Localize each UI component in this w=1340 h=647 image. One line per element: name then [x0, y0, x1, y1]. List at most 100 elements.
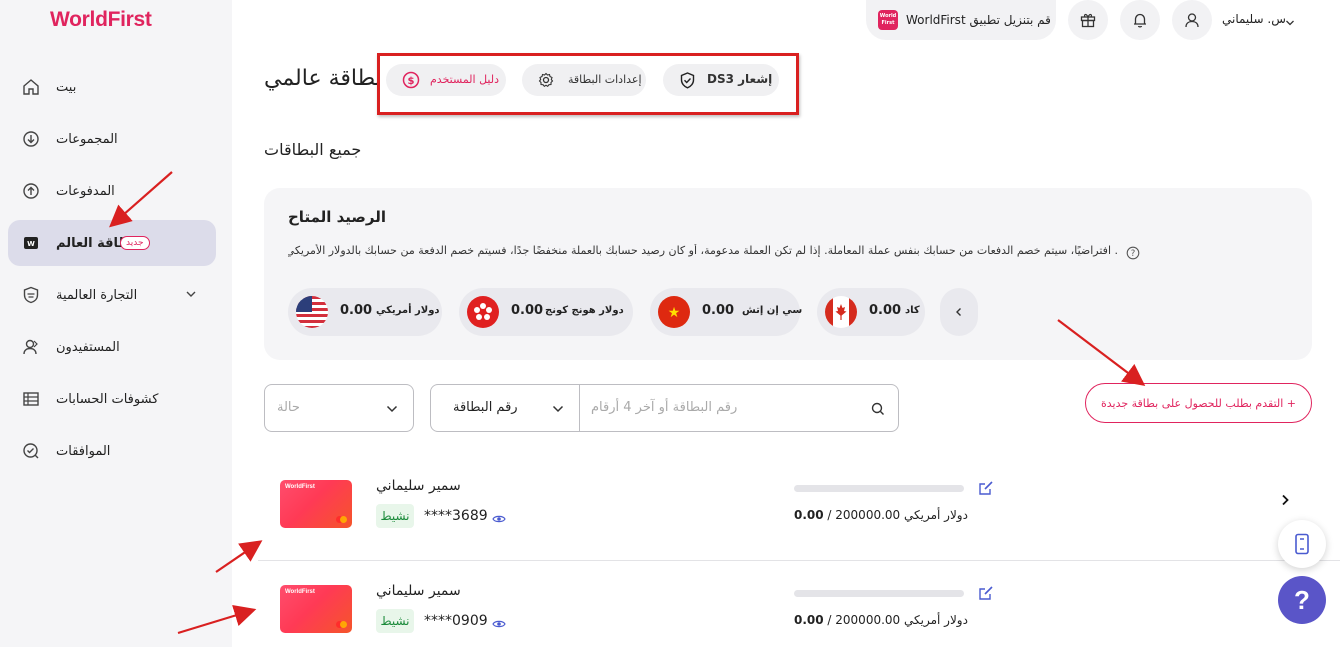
- currency-amount: 0.00: [340, 303, 373, 318]
- world-card-icon: W: [22, 234, 40, 252]
- sidebar-item-collections[interactable]: المجموعات: [8, 116, 216, 162]
- cn-flag-icon: ★: [658, 296, 690, 328]
- collection-icon: [22, 130, 40, 148]
- mastercard-icon: [340, 516, 347, 523]
- limit-text: دولار أمريكي 200000.00 / 0.00: [794, 613, 968, 627]
- card-row[interactable]: WorldFirst سمير سليماني نشيط ****3689 دو…: [264, 456, 1312, 560]
- sidebar-item-beneficiaries[interactable]: المستفيدون: [8, 324, 216, 370]
- mastercard-icon: [340, 621, 347, 628]
- svg-text:?: ?: [1131, 249, 1136, 259]
- svg-text:W: W: [27, 240, 35, 248]
- search-icon[interactable]: [871, 401, 885, 420]
- bell-icon: [1134, 13, 1146, 28]
- currency-cnh[interactable]: ★ 0.00 سي إن إتش: [650, 288, 803, 336]
- currency-scroll-button[interactable]: [940, 288, 978, 336]
- user-icon: [1185, 13, 1199, 28]
- card-brand: WorldFirst: [285, 589, 315, 595]
- hk-flag-icon: [467, 296, 499, 328]
- eye-icon[interactable]: [492, 510, 506, 529]
- currency-amount: 0.00: [869, 303, 902, 318]
- edit-icon[interactable]: [978, 585, 994, 605]
- currency-usd[interactable]: 0.00 دولار أمريكي: [288, 288, 442, 336]
- sidebar-item-label: بيت: [56, 79, 77, 95]
- currency-cad[interactable]: 0.00 كاد: [817, 288, 925, 336]
- limit-text: دولار أمريكي 200000.00 / 0.00: [794, 508, 968, 522]
- limit-spent: 0.00: [794, 508, 824, 522]
- sidebar-item-label: المستفيدون: [56, 339, 120, 355]
- gift-icon: [1080, 13, 1096, 28]
- gift-button[interactable]: [1068, 0, 1108, 40]
- card-holder-name: سمير سليماني: [376, 478, 461, 494]
- masked-card-number: ****3689: [424, 508, 488, 524]
- eye-icon[interactable]: [492, 615, 506, 634]
- notifications-button[interactable]: [1120, 0, 1160, 40]
- sidebar-item-label: المدفوعات: [56, 183, 115, 199]
- help-button[interactable]: ?: [1278, 576, 1326, 624]
- currency-name: دولار أمريكي: [376, 305, 440, 316]
- chevron-down-icon[interactable]: [1284, 14, 1296, 33]
- chevron-down-icon[interactable]: [184, 286, 198, 305]
- status-badge: نشيط: [376, 609, 414, 633]
- currency-name: دولار هونج كونج: [545, 305, 624, 316]
- limit-progress-bar: [794, 485, 964, 492]
- status-badge: نشيط: [376, 504, 414, 528]
- masked-card-number: ****0909: [424, 613, 488, 629]
- divider: [579, 385, 580, 431]
- worldfirst-app-icon: World First: [878, 10, 898, 30]
- worldfirst-logo[interactable]: WorldFirst: [50, 8, 152, 32]
- phone-card-icon: [1295, 533, 1309, 555]
- shield-globe-icon: [22, 286, 40, 304]
- balance-title: الرصيد المتاح: [288, 208, 387, 226]
- card-row[interactable]: WorldFirst سمير سليماني نشيط ****0909 دو…: [264, 561, 1312, 647]
- statement-icon: [22, 390, 40, 408]
- card-thumbnail: WorldFirst: [280, 480, 352, 528]
- edit-icon[interactable]: [978, 480, 994, 500]
- home-icon: [22, 78, 40, 96]
- annotation-highlight-box: [377, 53, 799, 115]
- payment-icon: [22, 182, 40, 200]
- chevron-down-icon: [385, 401, 399, 420]
- user-name[interactable]: س. سليماني: [1222, 12, 1286, 26]
- card-brand: WorldFirst: [285, 484, 315, 490]
- balance-info-text: . افتراضيًا، سيتم خصم الدفعات من حسابك ب…: [288, 244, 1118, 257]
- search-input[interactable]: رقم البطاقة أو آخر 4 أرقام: [591, 400, 737, 415]
- sidebar-item-label: كشوفات الحسابات: [56, 391, 159, 407]
- chevron-left-icon: [956, 308, 961, 316]
- sidebar-item-home[interactable]: بيت: [8, 64, 216, 110]
- info-icon[interactable]: ?: [1126, 245, 1140, 264]
- svg-text:★: ★: [668, 305, 681, 321]
- sidebar-item-label: الموافقات: [56, 443, 111, 459]
- chevron-right-icon[interactable]: [1278, 492, 1292, 511]
- app-download-button[interactable]: World First WorldFirst قم بتنزيل تطبيق: [866, 0, 1056, 40]
- chevron-down-icon[interactable]: [551, 401, 565, 420]
- apply-new-card-button[interactable]: التقدم بطلب للحصول على بطاقة جديدة +: [1085, 383, 1312, 423]
- sidebar-item-statements[interactable]: كشوفات الحسابات: [8, 376, 216, 422]
- user-avatar[interactable]: [1172, 0, 1212, 40]
- page-title: بطاقة عالمي: [264, 66, 382, 91]
- sidebar-item-label: المجموعات: [56, 131, 118, 147]
- sidebar-item-label: التجارة العالمية: [56, 287, 138, 303]
- currency-name: سي إن إتش: [742, 305, 803, 316]
- limit-total: دولار أمريكي 200000.00 /: [823, 613, 968, 627]
- sidebar: WorldFirst بيت المجموعات المدفوعات W بطا…: [0, 0, 232, 647]
- status-placeholder: حالة: [277, 400, 300, 415]
- beneficiary-icon: [22, 338, 40, 356]
- search-type-label[interactable]: رقم البطاقة: [453, 400, 518, 415]
- limit-spent: 0.00: [794, 613, 824, 627]
- currency-hkd[interactable]: 0.00 دولار هونج كونج: [459, 288, 633, 336]
- currency-amount: 0.00: [702, 303, 735, 318]
- us-flag-icon: [296, 296, 328, 328]
- card-search-group: رقم البطاقة رقم البطاقة أو آخر 4 أرقام: [430, 384, 899, 432]
- status-select[interactable]: حالة: [264, 384, 414, 432]
- currency-name: كاد: [905, 305, 920, 316]
- app-download-label: WorldFirst قم بتنزيل تطبيق: [906, 13, 1051, 27]
- ca-flag-icon: [825, 296, 857, 328]
- limit-progress-bar: [794, 590, 964, 597]
- sidebar-item-approvals[interactable]: الموافقات: [8, 428, 216, 474]
- sidebar-item-global-trade[interactable]: التجارة العالمية: [8, 272, 216, 318]
- sidebar-item-world-card[interactable]: W بطاقة العالم جديد: [8, 220, 216, 266]
- card-thumbnail: WorldFirst: [280, 585, 352, 633]
- floating-card-button[interactable]: [1278, 520, 1326, 568]
- currency-amount: 0.00: [511, 303, 544, 318]
- sidebar-item-payments[interactable]: المدفوعات: [8, 168, 216, 214]
